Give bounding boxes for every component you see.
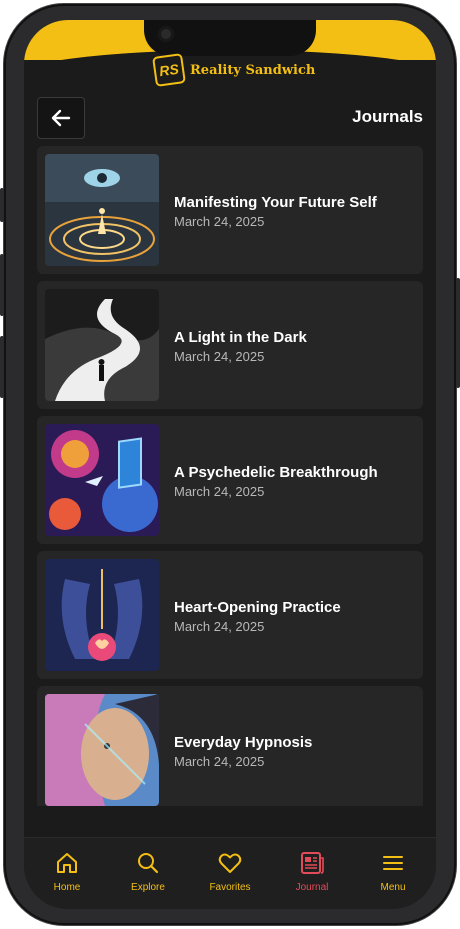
journal-date: March 24, 2025	[174, 484, 265, 499]
journal-thumbnail	[45, 154, 159, 266]
heart-icon	[218, 853, 242, 873]
arrow-left-icon	[51, 109, 71, 127]
phone-side-button	[0, 188, 4, 222]
nav-home[interactable]: Home	[31, 850, 103, 893]
journal-date: March 24, 2025	[174, 349, 265, 364]
home-icon	[57, 853, 77, 873]
page-title: Journals	[352, 107, 423, 126]
menu-icon	[383, 856, 403, 870]
back-button[interactable]	[37, 97, 85, 139]
nav-label: Menu	[380, 882, 406, 893]
nav-label: Favorites	[209, 882, 251, 893]
journal-list[interactable]: Manifesting Your Future Self March 24, 2…	[37, 146, 423, 806]
journal-card[interactable]: Heart-Opening Practice March 24, 2025	[37, 551, 423, 679]
journal-card[interactable]: A Psychedelic Breakthrough March 24, 202…	[37, 416, 423, 544]
journal-thumbnail	[45, 289, 159, 401]
journal-title: Manifesting Your Future Self	[174, 194, 377, 211]
nav-journal[interactable]: Journal	[276, 850, 348, 893]
journal-title: Heart-Opening Practice	[174, 599, 341, 616]
newspaper-icon	[301, 852, 324, 874]
brand-mark-icon: RS	[152, 53, 186, 87]
nav-label: Home	[53, 882, 81, 893]
journal-card[interactable]: Everyday Hypnosis March 24, 2025	[37, 686, 423, 806]
nav-label: Journal	[295, 882, 329, 893]
phone-volume-down	[0, 336, 4, 398]
search-icon	[138, 853, 159, 874]
phone-notch	[144, 20, 316, 56]
journal-title: A Psychedelic Breakthrough	[174, 464, 378, 481]
journal-card[interactable]: Manifesting Your Future Self March 24, 2…	[37, 146, 423, 274]
journal-title: Everyday Hypnosis	[174, 734, 313, 751]
journal-thumbnail	[45, 424, 159, 536]
journal-date: March 24, 2025	[174, 754, 265, 769]
journal-date: March 24, 2025	[174, 214, 265, 229]
brand-logo[interactable]: RS Reality Sandwich	[152, 53, 316, 87]
phone-power-button	[456, 278, 460, 388]
brand-name: Reality Sandwich	[190, 62, 316, 78]
journal-card[interactable]: A Light in the Dark March 24, 2025	[37, 281, 423, 409]
camera-icon	[158, 26, 174, 42]
nav-label: Explore	[131, 882, 165, 893]
nav-favorites[interactable]: Favorites	[194, 850, 266, 893]
journal-thumbnail	[45, 694, 159, 806]
bottom-nav: Home Explore Favorites Journal Menu	[24, 837, 436, 909]
journal-title: A Light in the Dark	[174, 329, 307, 346]
app-screen: RS Reality Sandwich Journals Manifesting…	[24, 20, 436, 909]
nav-explore[interactable]: Explore	[112, 850, 184, 893]
phone-volume-up	[0, 254, 4, 316]
nav-menu[interactable]: Menu	[357, 850, 429, 893]
journal-thumbnail	[45, 559, 159, 671]
journal-date: March 24, 2025	[174, 619, 265, 634]
